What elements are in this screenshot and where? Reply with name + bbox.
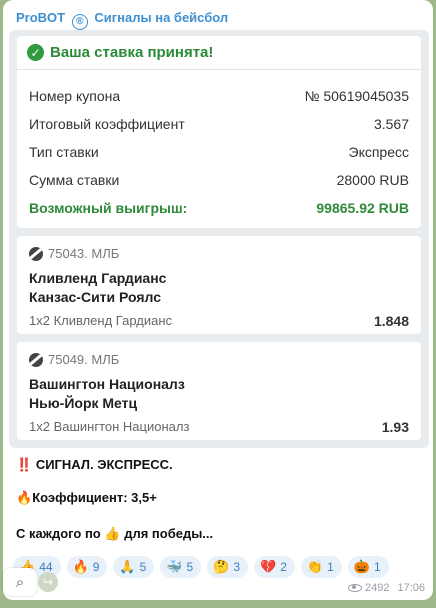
event-card: 75049. МЛБ Вашингтон Националз Нью-Йорк … <box>17 342 421 440</box>
possible-win-value: 99865.92 RUB <box>316 200 409 216</box>
broken-heart-icon: 💔 <box>260 559 277 574</box>
reaction-thinking[interactable]: 🤔 3 <box>207 556 249 578</box>
outcome-label: 1х2 Вашингтон Националз <box>29 419 190 434</box>
message-bubble: ProBOT ® Сигналы на бейсбол ✓ Ваша ставк… <box>3 0 433 600</box>
bet-accepted-header: ✓ Ваша ставка принята! <box>17 36 421 70</box>
reaction-count: 1 <box>327 560 334 574</box>
coupon-value: № 50619045035 <box>304 88 409 104</box>
event-card: 75043. МЛБ Кливленд Гардианс Канзас-Сити… <box>17 236 421 334</box>
reaction-fire[interactable]: 🔥 9 <box>66 556 108 578</box>
eye-icon <box>347 584 362 593</box>
stake-row: Сумма ставки 28000 RUB <box>29 172 409 192</box>
team-away: Канзас-Сити Роялс <box>29 289 162 305</box>
attach-icon[interactable]: ⌕ <box>3 568 37 596</box>
outcome-odd: 1.848 <box>373 313 409 329</box>
team-home: Кливленд Гардианс <box>29 270 167 286</box>
signal-text: СИГНАЛ. ЭКСПРЕСС. <box>35 457 173 472</box>
bet-type-value: Экспресс <box>348 144 410 160</box>
team-home: Вашингтон Националз <box>29 376 185 392</box>
reaction-clap[interactable]: 👏 1 <box>300 556 342 578</box>
stake-label: Сумма ставки <box>29 172 120 188</box>
cta-text: С каждого по <box>16 526 101 541</box>
team-away: Нью-Йорк Метц <box>29 395 138 411</box>
share-icon[interactable]: ↪ <box>38 572 58 592</box>
whale-icon: 🐳 <box>166 559 183 574</box>
double-exclamation-icon: ‼️ <box>16 457 33 472</box>
cta-text-end: для победы... <box>124 526 214 541</box>
total-odds-row: Итоговый коэффициент 3.567 <box>29 116 409 136</box>
coupon-row: Номер купона № 50619045035 <box>29 88 409 108</box>
event-id: 75043. МЛБ <box>29 246 119 261</box>
total-odds-label: Итоговый коэффициент <box>29 116 185 132</box>
pray-icon: 🙏 <box>119 559 136 574</box>
outcome-odd: 1.93 <box>381 419 409 435</box>
reaction-count: 5 <box>139 560 147 574</box>
bet-type-label: Тип ставки <box>29 144 99 160</box>
reaction-count: 1 <box>373 560 381 574</box>
fire-icon: 🔥 <box>72 559 89 574</box>
clap-icon: 👏 <box>306 559 324 574</box>
pumpkin-icon: 🎃 <box>353 559 370 574</box>
outcome-label: 1х2 Кливленд Гардианс <box>29 313 173 328</box>
event-id: 75049. МЛБ <box>29 352 119 367</box>
bet-type-row: Тип ставки Экспресс <box>29 144 409 164</box>
reaction-pumpkin[interactable]: 🎃 1 <box>347 556 389 578</box>
message-line-signal: ‼️ СИГНАЛ. ЭКСПРЕСС. <box>16 457 173 473</box>
reaction-count: 2 <box>280 560 287 574</box>
channel-header[interactable]: ProBOT ® Сигналы на бейсбол <box>16 10 228 30</box>
bet-summary-card: ✓ Ваша ставка принята! Номер купона № 50… <box>17 36 421 228</box>
baseball-icon <box>29 352 43 367</box>
message-meta: 2492 17:06 <box>347 582 425 594</box>
odds-text: Коэффициент: 3,5+ <box>32 490 157 505</box>
message-time: 17:06 <box>397 582 425 594</box>
reaction-broken-heart[interactable]: 💔 2 <box>254 556 295 578</box>
reaction-count: 3 <box>233 560 241 574</box>
stake-value: 28000 RUB <box>336 172 409 188</box>
bet-slip-image[interactable]: ✓ Ваша ставка принята! Номер купона № 50… <box>9 30 429 448</box>
bet-accepted-title: Ваша ставка принята! <box>50 44 214 61</box>
possible-win-row: Возможный выигрыш: 99865.92 RUB <box>29 200 409 220</box>
coupon-label: Номер купона <box>29 88 121 104</box>
event-outcome: 1х2 Кливленд Гардианс 1.848 <box>29 313 409 329</box>
thumbs-up-icon: 👍 <box>104 526 121 541</box>
event-id-text: 75043. МЛБ <box>48 246 120 261</box>
views-count: 2492 <box>364 582 390 594</box>
event-outcome: 1х2 Вашингтон Националз 1.93 <box>29 419 409 435</box>
reactions-bar: 👍 44 🔥 9 🙏 5 🐳 5 🤔 3 💔 2 👏 1 🎃 1 <box>13 556 389 578</box>
channel-title: Сигналы на бейсбол <box>94 10 229 25</box>
fire-icon: 🔥 <box>16 490 33 505</box>
message-line-cta: С каждого по 👍 для победы... <box>16 526 213 542</box>
reaction-pray[interactable]: 🙏 5 <box>113 556 155 578</box>
reaction-whale[interactable]: 🐳 5 <box>160 556 202 578</box>
registered-icon: ® <box>71 14 88 30</box>
reaction-count: 9 <box>92 560 100 574</box>
possible-win-label: Возможный выигрыш: <box>29 200 188 216</box>
baseball-icon <box>29 246 43 261</box>
views: 2492 <box>347 582 390 594</box>
thinking-icon: 🤔 <box>213 559 230 574</box>
channel-name: ProBOT <box>16 10 66 25</box>
reaction-count: 5 <box>186 560 194 574</box>
message-line-odds: 🔥Коэффициент: 3,5+ <box>16 490 157 506</box>
check-icon: ✓ <box>27 44 44 61</box>
event-id-text: 75049. МЛБ <box>48 352 120 367</box>
total-odds-value: 3.567 <box>373 116 409 132</box>
